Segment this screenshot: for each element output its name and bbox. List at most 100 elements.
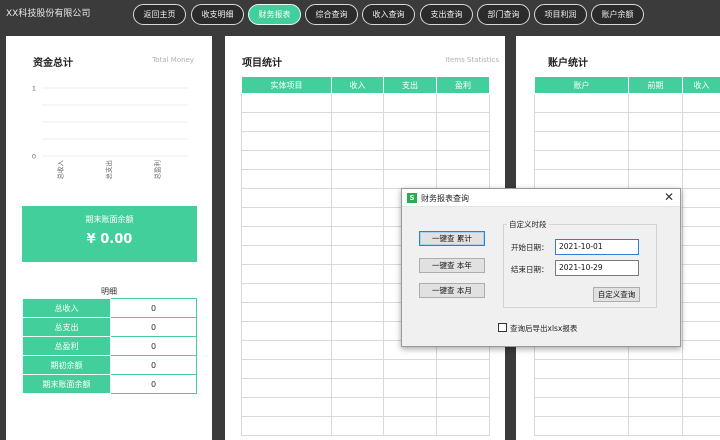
table-cell[interactable]	[682, 188, 720, 208]
table-cell[interactable]	[383, 416, 437, 436]
table-cell[interactable]	[682, 302, 720, 322]
table-cell[interactable]	[534, 359, 629, 379]
table-cell[interactable]	[534, 150, 629, 170]
table-cell[interactable]	[331, 416, 384, 436]
column-header[interactable]: 收入	[682, 76, 720, 94]
table-cell[interactable]	[682, 150, 720, 170]
table-cell[interactable]	[241, 93, 332, 113]
table-cell[interactable]	[241, 397, 332, 417]
table-cell[interactable]	[628, 169, 683, 189]
table-cell[interactable]	[331, 321, 384, 341]
table-cell[interactable]	[331, 131, 384, 151]
table-cell[interactable]	[628, 93, 683, 113]
column-header[interactable]: 账户	[534, 76, 629, 94]
dialog-titlebar[interactable]: S 财务报表查询 ✕	[402, 189, 680, 207]
nav-home-button[interactable]: 返回主页	[133, 4, 186, 25]
column-header[interactable]: 盈利	[436, 76, 490, 94]
table-cell[interactable]	[241, 283, 332, 303]
table-row[interactable]	[241, 169, 490, 189]
export-xlsx-checkbox[interactable]	[498, 323, 507, 332]
table-cell[interactable]	[241, 359, 332, 379]
table-cell[interactable]	[436, 169, 490, 189]
table-cell[interactable]	[383, 359, 437, 379]
table-row[interactable]	[534, 131, 720, 151]
table-cell[interactable]	[534, 93, 629, 113]
table-cell[interactable]	[682, 283, 720, 303]
table-cell[interactable]	[241, 112, 332, 132]
table-cell[interactable]	[628, 397, 683, 417]
table-cell[interactable]	[383, 169, 437, 189]
table-cell[interactable]	[628, 150, 683, 170]
table-cell[interactable]	[534, 169, 629, 189]
table-cell[interactable]	[682, 340, 720, 360]
table-cell[interactable]	[628, 378, 683, 398]
nav-project-profit-button[interactable]: 项目利润	[534, 4, 587, 25]
table-cell[interactable]	[331, 340, 384, 360]
table-cell[interactable]	[241, 302, 332, 322]
table-cell[interactable]	[331, 245, 384, 265]
query-this-year-button[interactable]: 一键查 本年	[419, 258, 485, 273]
table-cell[interactable]	[534, 397, 629, 417]
table-cell[interactable]	[682, 359, 720, 379]
table-cell[interactable]	[436, 378, 490, 398]
table-row[interactable]	[241, 131, 490, 151]
table-cell[interactable]	[241, 188, 332, 208]
table-cell[interactable]	[534, 416, 629, 436]
table-cell[interactable]	[682, 397, 720, 417]
nav-department-query-button[interactable]: 部门查询	[477, 4, 530, 25]
table-cell[interactable]	[682, 416, 720, 436]
table-cell[interactable]	[628, 112, 683, 132]
table-cell[interactable]	[436, 150, 490, 170]
column-header[interactable]: 支出	[383, 76, 437, 94]
table-cell[interactable]	[436, 131, 490, 151]
table-cell[interactable]	[628, 131, 683, 151]
table-cell[interactable]	[241, 150, 332, 170]
table-cell[interactable]	[682, 378, 720, 398]
table-row[interactable]	[534, 397, 720, 417]
table-row[interactable]	[241, 93, 490, 113]
table-cell[interactable]	[331, 378, 384, 398]
table-cell[interactable]	[383, 131, 437, 151]
nav-income-query-button[interactable]: 收入查询	[362, 4, 415, 25]
nav-financial-report-button[interactable]: 财务报表	[248, 4, 301, 25]
column-header[interactable]: 实体项目	[241, 76, 332, 94]
table-cell[interactable]	[331, 359, 384, 379]
nav-expense-query-button[interactable]: 支出查询	[420, 4, 473, 25]
table-cell[interactable]	[682, 169, 720, 189]
table-cell[interactable]	[331, 93, 384, 113]
query-cumulative-button[interactable]: 一键查 累计	[419, 231, 485, 246]
nav-overall-query-button[interactable]: 综合查询	[305, 4, 358, 25]
table-cell[interactable]	[383, 378, 437, 398]
table-row[interactable]	[534, 169, 720, 189]
table-cell[interactable]	[331, 169, 384, 189]
table-cell[interactable]	[331, 397, 384, 417]
table-cell[interactable]	[241, 416, 332, 436]
table-cell[interactable]	[682, 131, 720, 151]
table-cell[interactable]	[383, 150, 437, 170]
table-cell[interactable]	[241, 321, 332, 341]
custom-query-button[interactable]: 自定义查询	[593, 287, 640, 302]
table-row[interactable]	[534, 150, 720, 170]
table-row[interactable]	[534, 359, 720, 379]
start-date-input[interactable]: 2021-10-01	[555, 239, 639, 255]
table-cell[interactable]	[331, 226, 384, 246]
table-cell[interactable]	[331, 112, 384, 132]
table-cell[interactable]	[682, 245, 720, 265]
table-cell[interactable]	[241, 245, 332, 265]
table-cell[interactable]	[682, 207, 720, 227]
table-cell[interactable]	[331, 207, 384, 227]
table-cell[interactable]	[241, 378, 332, 398]
table-cell[interactable]	[628, 359, 683, 379]
table-row[interactable]	[534, 416, 720, 436]
table-cell[interactable]	[682, 321, 720, 341]
table-row[interactable]	[534, 112, 720, 132]
table-row[interactable]	[241, 359, 490, 379]
table-cell[interactable]	[682, 264, 720, 284]
table-cell[interactable]	[331, 188, 384, 208]
table-cell[interactable]	[241, 207, 332, 227]
close-icon[interactable]: ✕	[664, 190, 674, 205]
table-cell[interactable]	[383, 112, 437, 132]
nav-account-balance-button[interactable]: 账户余额	[591, 4, 644, 25]
table-cell[interactable]	[436, 416, 490, 436]
table-cell[interactable]	[241, 131, 332, 151]
